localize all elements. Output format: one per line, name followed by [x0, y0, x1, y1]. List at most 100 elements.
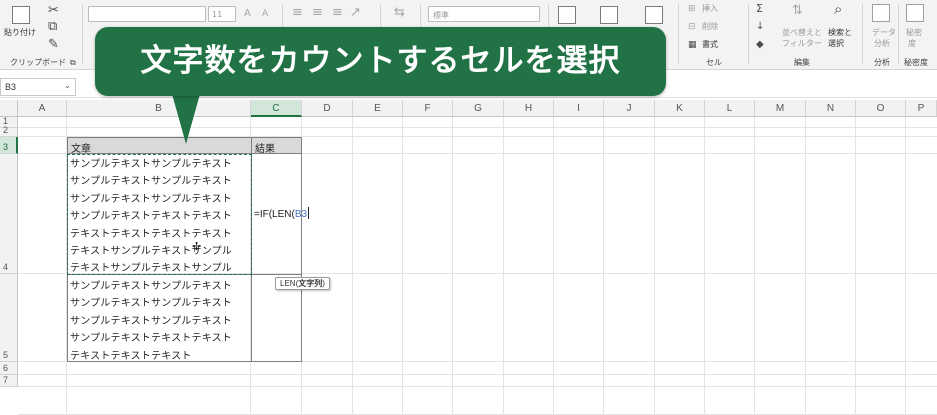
select-all-corner[interactable]	[0, 100, 18, 117]
shrink-font-icon[interactable]: A	[262, 7, 268, 21]
format-painter-icon[interactable]: ✎	[48, 38, 59, 52]
cut-icon[interactable]: ✂	[48, 4, 59, 18]
column-header-k[interactable]: K	[655, 100, 705, 117]
gridline-horizontal	[18, 127, 937, 128]
sort-filter-label-2[interactable]: フィルター	[782, 39, 822, 49]
gridline-vertical	[452, 117, 453, 415]
gridline-vertical	[805, 117, 806, 415]
column-header-a[interactable]: A	[18, 100, 67, 117]
column-header-f[interactable]: F	[403, 100, 453, 117]
format-button-label[interactable]: 書式	[702, 40, 718, 50]
row-number: 2	[3, 125, 9, 135]
column-header-e[interactable]: E	[353, 100, 403, 117]
column-header-n[interactable]: N	[806, 100, 856, 117]
row-header-4[interactable]: 4	[0, 154, 18, 274]
name-box-value: B3	[5, 82, 17, 92]
callout-bubble: 文字数をカウントするセルを選択	[95, 27, 666, 96]
delete-icon[interactable]: ⊟	[688, 20, 696, 34]
text-caret	[308, 207, 310, 219]
column-header-j[interactable]: J	[604, 100, 655, 117]
autosum-icon[interactable]: Σ	[756, 2, 763, 16]
formula-prefix: =IF(LEN(	[254, 209, 295, 220]
column-header-g[interactable]: G	[453, 100, 504, 117]
sensitivity-label-1[interactable]: 秘密	[906, 28, 922, 38]
format-as-table-icon[interactable]	[600, 6, 618, 24]
analyze-data-label-1[interactable]: データ	[872, 28, 896, 38]
analyze-data-label-2[interactable]: 分析	[874, 39, 890, 49]
insert-icon[interactable]: ⊞	[688, 2, 696, 16]
delete-button-label[interactable]: 削除	[702, 22, 718, 32]
row-header-5[interactable]: 5	[0, 274, 18, 362]
find-select-label-1[interactable]: 検索と	[828, 28, 852, 38]
paste-icon[interactable]	[12, 6, 30, 24]
sensitivity-label-2[interactable]: 度	[908, 39, 916, 49]
gridline-vertical	[352, 117, 353, 415]
cells-group-label: セル	[706, 58, 722, 67]
gridline-vertical	[553, 117, 554, 415]
dialog-launcher-icon[interactable]: ⧉	[70, 56, 76, 69]
align-middle-icon[interactable]: ≡	[312, 6, 323, 20]
row-header-6[interactable]: 6	[0, 362, 18, 375]
formula-in-cell[interactable]: =IF(LEN(B3	[254, 207, 310, 220]
column-header-i[interactable]: I	[554, 100, 604, 117]
cell-text-line: サンプルテキストサンプルテキスト	[70, 281, 232, 292]
analyze-data-icon[interactable]	[872, 4, 890, 22]
copy-icon[interactable]: ⧉	[48, 20, 57, 34]
column-header-h[interactable]: H	[504, 100, 554, 117]
font-name-dropdown[interactable]	[88, 6, 206, 22]
align-top-icon[interactable]: ≡	[292, 6, 303, 20]
function-tooltip[interactable]: LEN(文字列)	[275, 277, 330, 290]
tooltip-close: )	[322, 279, 325, 288]
font-size-value: 11	[212, 10, 223, 19]
column-header-d[interactable]: D	[302, 100, 353, 117]
column-header-l[interactable]: L	[705, 100, 755, 117]
gridline-vertical	[603, 117, 604, 415]
callout-tail	[172, 94, 200, 144]
wrap-text-icon[interactable]: ⇆	[394, 6, 405, 20]
cell-styles-icon[interactable]	[645, 6, 663, 24]
column-header-b[interactable]: B	[67, 100, 251, 117]
grow-font-icon[interactable]: A	[244, 7, 251, 21]
sensitivity-icon[interactable]	[906, 4, 924, 22]
gridline-vertical	[905, 117, 906, 415]
tooltip-fn: LEN(	[280, 279, 299, 288]
cell-text-line: サンプルテキストサンプルテキスト	[70, 298, 232, 310]
number-format-dropdown[interactable]: 標準	[428, 6, 540, 22]
align-bottom-icon[interactable]: ≡	[332, 6, 343, 20]
orientation-icon[interactable]: ↗	[350, 6, 361, 20]
fill-icon[interactable]: ↓	[756, 20, 764, 34]
editing-group-label: 編集	[794, 58, 810, 67]
row-header-3[interactable]: 3	[0, 137, 18, 154]
cell-text-line: サンプルテキストテキストテキスト	[70, 333, 232, 345]
column-header-m[interactable]: M	[755, 100, 806, 117]
clear-icon[interactable]: ◆	[756, 38, 764, 52]
gridline-vertical	[704, 117, 705, 415]
format-icon[interactable]: ▦	[688, 38, 697, 52]
analysis-group-label: 分析	[874, 58, 890, 67]
header-cell-text[interactable]: 文章	[67, 137, 252, 155]
row-number: 3	[3, 142, 9, 152]
cell-text-line: サンプルテキストサンプルテキスト	[70, 315, 232, 327]
insert-button-label[interactable]: 挿入	[702, 4, 718, 14]
chevron-down-icon[interactable]: ⌄	[64, 81, 71, 90]
paste-button-label[interactable]: 貼り付け	[4, 28, 36, 38]
callout-text: 文字数をカウントするセルを選択	[140, 43, 621, 79]
column-header-p[interactable]: P	[906, 100, 937, 117]
sort-filter-label-1[interactable]: 並べ替えと	[782, 28, 822, 38]
cell-text-line: テキストテキストテキスト	[70, 350, 192, 362]
header-cell-result[interactable]: 結果	[251, 137, 302, 155]
column-header-c[interactable]: C	[251, 100, 302, 117]
gridline-vertical	[654, 117, 655, 415]
row-header-2[interactable]: 2	[0, 125, 18, 137]
row-header-7[interactable]: 7	[0, 375, 18, 387]
font-size-dropdown[interactable]: 11	[208, 6, 236, 22]
find-select-label-2[interactable]: 選択	[828, 39, 844, 49]
formula-reference: B3	[294, 209, 308, 220]
conditional-format-icon[interactable]	[558, 6, 576, 24]
mouse-cursor-icon: ✢	[192, 240, 202, 253]
sensitivity-group-label: 秘密度	[904, 58, 928, 67]
find-select-icon[interactable]: ⌕	[834, 2, 842, 17]
sort-filter-icon[interactable]: ⇅	[792, 4, 803, 18]
column-header-o[interactable]: O	[856, 100, 906, 117]
gridline-horizontal	[18, 374, 937, 375]
